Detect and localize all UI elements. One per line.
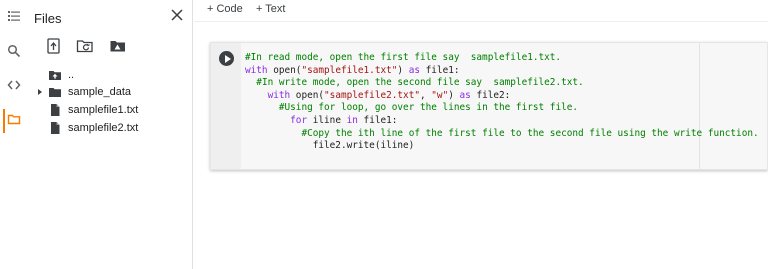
code-token: with <box>245 64 268 76</box>
code-snippets-button[interactable] <box>0 73 28 101</box>
code-token: #In read mode, open the first file say s… <box>245 52 562 63</box>
folder-refresh-icon <box>76 40 94 59</box>
files-button[interactable] <box>0 107 28 135</box>
tree-label-parent: .. <box>68 69 75 81</box>
search-icon <box>7 44 21 63</box>
code-token: in <box>346 114 358 126</box>
tree-row-samplefile1[interactable]: samplefile1.txt <box>34 101 138 119</box>
tree-label-sample-data: sample_data <box>68 86 131 98</box>
code-token: "w" <box>431 89 449 101</box>
code-token: with <box>267 89 291 101</box>
refresh-button[interactable] <box>76 37 94 55</box>
code-token: "samplefile2.txt" <box>324 89 420 101</box>
tree-row-parent[interactable]: .. <box>34 66 74 84</box>
code-token: file1: <box>357 114 398 126</box>
code-line: #In write mode, open the second file say… <box>245 77 767 90</box>
code-token: file2: <box>470 89 511 101</box>
code-cell[interactable]: #In read mode, open the first file say s… <box>210 42 768 170</box>
code-token: #In write mode, open the second file say… <box>256 77 584 89</box>
code-token: open( <box>290 89 325 101</box>
code-token: #Copy the ith line of the first file to … <box>301 127 759 139</box>
code-line: file2.write(iline) <box>245 140 767 153</box>
list-icon <box>7 9 21 28</box>
table-of-contents-button[interactable] <box>0 4 28 32</box>
code-token: as <box>459 89 471 101</box>
add-text-button[interactable]: + Text <box>256 3 285 15</box>
code-token: ) <box>397 64 409 76</box>
colab-app: Files .. sample_data samplefile1.txt sam… <box>0 0 768 269</box>
code-line: with open("samplefile2.txt", "w") as fil… <box>245 90 767 103</box>
search-button[interactable] <box>0 39 28 67</box>
file-icon <box>48 121 62 135</box>
code-line: for iline in file1: <box>245 115 767 128</box>
code-token: file1: <box>420 64 460 76</box>
left-rail <box>0 0 28 269</box>
folder-icon <box>48 85 62 99</box>
upload-icon <box>45 38 63 59</box>
tree-label-samplefile1: samplefile1.txt <box>68 104 139 116</box>
run-cell-button[interactable] <box>219 51 234 66</box>
close-files-panel-button[interactable] <box>170 8 184 22</box>
tree-row-samplefile2[interactable]: samplefile2.txt <box>34 119 138 137</box>
code-token: as <box>408 64 420 76</box>
upload-file-button[interactable] <box>45 37 63 55</box>
code-token: , <box>419 89 432 101</box>
code-token: file2.write(iline) <box>312 140 415 152</box>
code-token: open( <box>267 64 302 76</box>
code-editor[interactable]: #In read mode, open the first file say s… <box>245 52 767 153</box>
code-icon <box>7 78 21 97</box>
code-token: ) <box>448 89 460 101</box>
code-line: #In read mode, open the first file say s… <box>245 52 767 65</box>
files-panel: Files .. sample_data samplefile1.txt sam… <box>28 0 193 269</box>
code-token: #Using for loop, go over the lines in th… <box>278 102 579 114</box>
code-line: #Using for loop, go over the lines in th… <box>245 102 767 115</box>
notebook-toolbar: + Code + Text <box>194 0 768 22</box>
file-icon <box>48 103 62 117</box>
code-token: "samplefile1.txt" <box>301 64 398 76</box>
code-line: with open("samplefile1.txt") as file1: <box>245 65 767 78</box>
close-icon <box>170 9 184 26</box>
tree-label-samplefile2: samplefile2.txt <box>68 122 139 134</box>
files-panel-title: Files <box>34 11 62 26</box>
code-token: for <box>290 114 308 126</box>
drive-folder-icon <box>109 41 127 59</box>
code-token: iline <box>307 114 347 126</box>
mount-drive-button[interactable] <box>109 37 127 55</box>
folder-icon <box>7 112 21 131</box>
code-line: #Copy the ith line of the first file to … <box>245 128 767 141</box>
tree-row-sample-data[interactable]: sample_data <box>34 83 131 101</box>
cell-gutter <box>211 43 241 169</box>
add-code-button[interactable]: + Code <box>207 3 243 15</box>
folder-up-icon <box>48 68 62 82</box>
expand-caret-icon[interactable] <box>34 86 46 98</box>
